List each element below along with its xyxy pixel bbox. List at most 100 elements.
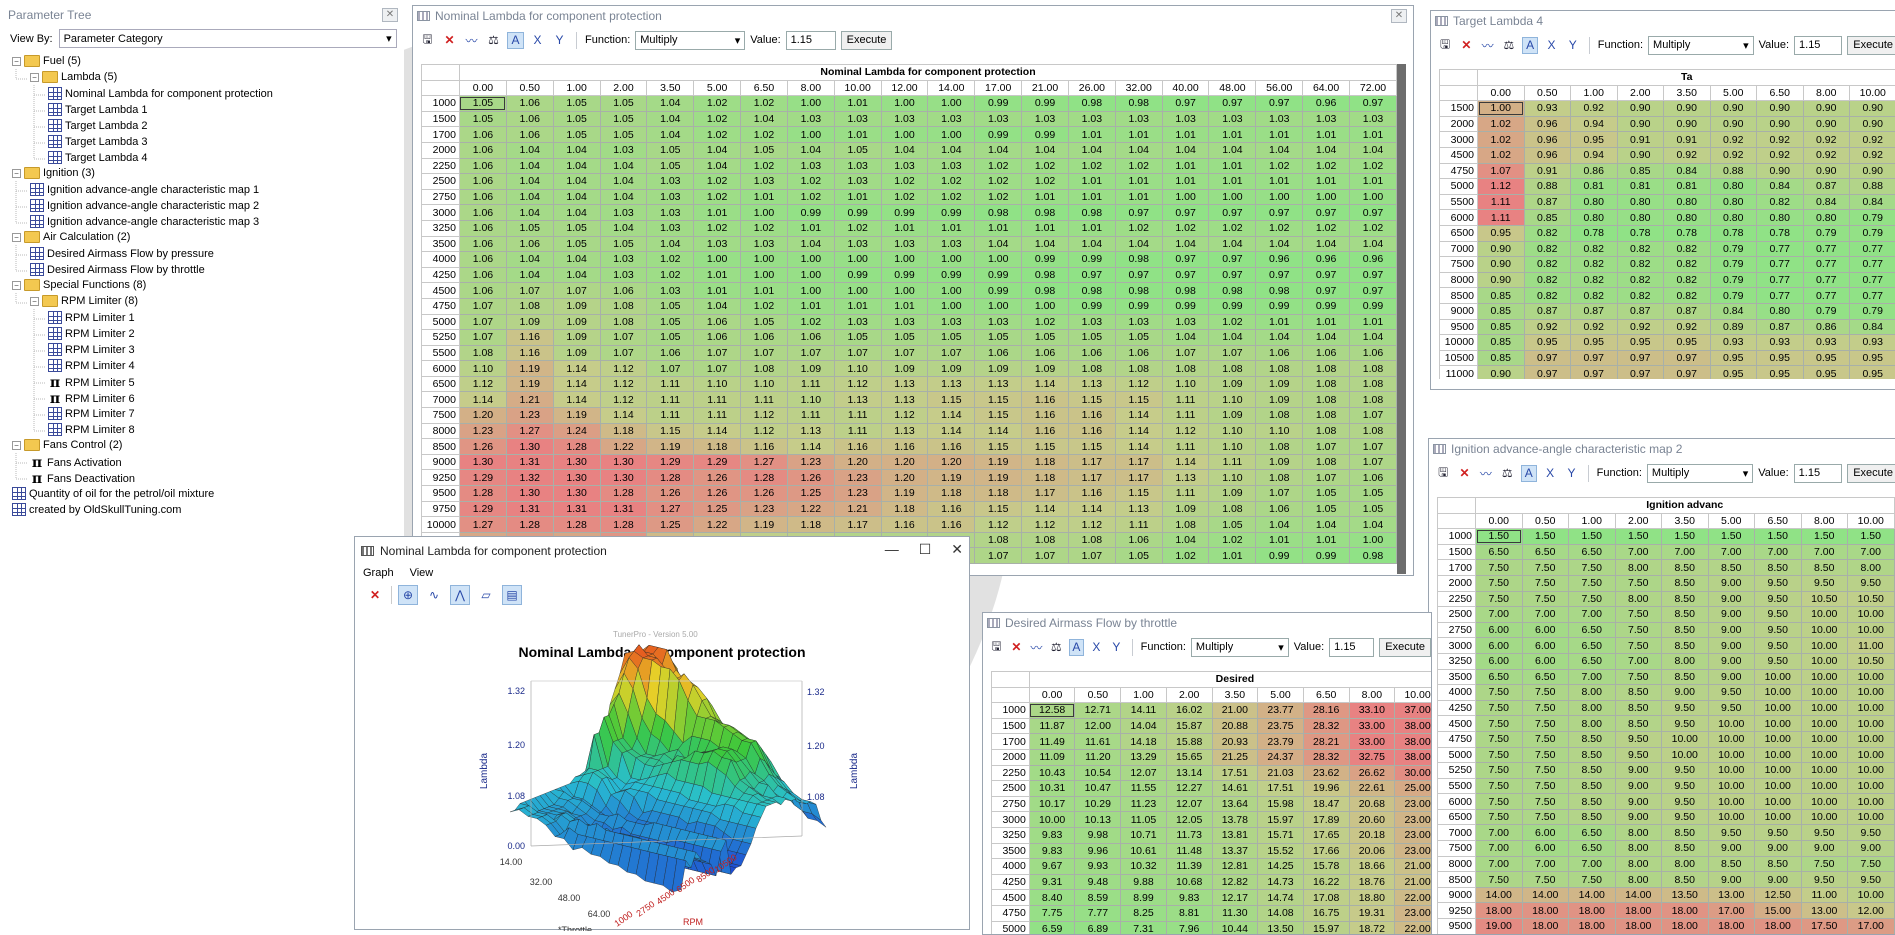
table-cell[interactable]: 10.00 <box>1801 794 1848 810</box>
table-cell[interactable]: 18.00 <box>1708 919 1755 935</box>
table-cell[interactable]: 1.06 <box>506 236 553 252</box>
table-cell[interactable]: 11.55 <box>1121 781 1167 797</box>
table-cell[interactable]: 1.10 <box>1209 470 1256 486</box>
table-cell[interactable]: 7.31 <box>1121 921 1167 935</box>
function-select[interactable]: Multiply▾ <box>635 31 745 50</box>
table-cell[interactable]: 1.03 <box>600 142 647 158</box>
table-cell[interactable]: 1.04 <box>553 267 600 283</box>
table-cell[interactable]: 1.05 <box>1303 486 1350 502</box>
table-cell[interactable]: 1.08 <box>1303 408 1350 424</box>
table-cell[interactable]: 1.05 <box>881 330 928 346</box>
table-cell[interactable]: 1.31 <box>506 501 553 517</box>
table-cell[interactable]: 1.10 <box>1162 376 1209 392</box>
table-cell[interactable]: 28.32 <box>1303 749 1349 765</box>
crosshair-icon[interactable]: ⊕ <box>398 585 418 605</box>
table-cell[interactable]: 1.07 <box>741 345 788 361</box>
table-cell[interactable]: 0.77 <box>1850 288 1895 304</box>
table-cell[interactable]: 1.04 <box>787 236 834 252</box>
table-cell[interactable]: 0.82 <box>1524 272 1571 288</box>
minimize-icon[interactable]: — <box>885 541 899 558</box>
table-cell[interactable]: 1.04 <box>1209 330 1256 346</box>
table-cell[interactable]: 1.06 <box>1350 470 1397 486</box>
table-cell[interactable]: 0.99 <box>881 267 928 283</box>
table-cell[interactable]: 20.88 <box>1212 718 1258 734</box>
table-cell[interactable]: 9.00 <box>1708 622 1755 638</box>
table-cell[interactable]: 9.50 <box>1708 700 1755 716</box>
table-cell[interactable]: 0.85 <box>1478 319 1525 335</box>
table-cell[interactable]: 0.82 <box>1664 272 1711 288</box>
table-cell[interactable]: 23.00 <box>1395 796 1432 812</box>
table-cell[interactable]: 1.14 <box>1115 439 1162 455</box>
table-cell[interactable]: 1.18 <box>600 423 647 439</box>
table-cell[interactable]: 1.00 <box>787 267 834 283</box>
table-cell[interactable]: 0.92 <box>1710 132 1757 148</box>
table-cell[interactable]: 1.30 <box>553 486 600 502</box>
table-cell[interactable]: 1.00 <box>928 96 975 112</box>
table-cell[interactable]: 13.81 <box>1212 827 1258 843</box>
table-cell[interactable]: 0.78 <box>1571 225 1618 241</box>
table-cell[interactable]: 12.81 <box>1212 859 1258 875</box>
table-cell[interactable]: 1.01 <box>694 283 741 299</box>
table-cell[interactable]: 1.06 <box>459 205 506 221</box>
table-cell[interactable]: 7.50 <box>1848 856 1895 872</box>
table-cell[interactable]: 1.03 <box>928 236 975 252</box>
table-cell[interactable]: 9.00 <box>1708 669 1755 685</box>
table-cell[interactable]: 0.97 <box>1350 96 1397 112</box>
table-cell[interactable]: 0.98 <box>1115 96 1162 112</box>
table-cell[interactable]: 1.13 <box>1115 501 1162 517</box>
table-cell[interactable]: 1.06 <box>459 158 506 174</box>
table-cell[interactable]: 28.32 <box>1303 718 1349 734</box>
table-cell[interactable]: 1.05 <box>1350 486 1397 502</box>
table-cell[interactable]: 1.02 <box>1209 220 1256 236</box>
tree-node[interactable]: Desired Airmass Flow by throttle <box>30 263 205 276</box>
table-cell[interactable]: 1.14 <box>787 439 834 455</box>
table-cell[interactable]: 21.03 <box>1258 765 1304 781</box>
table-cell[interactable]: 12.71 <box>1075 703 1121 719</box>
table-cell[interactable]: 0.77 <box>1850 257 1895 273</box>
table-cell[interactable]: 1.01 <box>1022 220 1069 236</box>
table-cell[interactable]: 1.50 <box>1801 529 1848 545</box>
table-cell[interactable]: 1.12 <box>1478 179 1525 195</box>
table-cell[interactable]: 10.44 <box>1212 921 1258 935</box>
table-cell[interactable]: 10.00 <box>1755 700 1802 716</box>
table-cell[interactable]: 1.04 <box>1162 532 1209 548</box>
table-cell[interactable]: 0.95 <box>1803 350 1850 366</box>
table-cell[interactable]: 0.79 <box>1710 272 1757 288</box>
table-cell[interactable]: 0.98 <box>1350 548 1397 564</box>
tree-node[interactable]: Quantity of oil for the petrol/oil mixtu… <box>12 487 214 500</box>
table-cell[interactable]: 1.08 <box>1022 532 1069 548</box>
table-cell[interactable]: 0.97 <box>1303 267 1350 283</box>
table-cell[interactable]: 1.17 <box>1068 470 1115 486</box>
table-cell[interactable]: 0.90 <box>1617 147 1664 163</box>
table-cell[interactable]: 8.50 <box>1662 841 1709 857</box>
table-cell[interactable]: 0.97 <box>1350 283 1397 299</box>
table-cell[interactable]: 1.50 <box>1569 529 1616 545</box>
table-cell[interactable]: 15.78 <box>1303 859 1349 875</box>
table-cell[interactable]: 10.00 <box>1801 809 1848 825</box>
table-cell[interactable]: 1.50 <box>1662 529 1709 545</box>
table-cell[interactable]: 1.07 <box>1209 345 1256 361</box>
table-cell[interactable]: 1.10 <box>1256 423 1303 439</box>
table-cell[interactable]: 1.08 <box>1303 454 1350 470</box>
table-cell[interactable]: 0.99 <box>834 267 881 283</box>
table-cell[interactable]: 8.50 <box>1662 591 1709 607</box>
table-cell[interactable]: 1.09 <box>881 361 928 377</box>
table-cell[interactable]: 13.00 <box>1708 887 1755 903</box>
table-cell[interactable]: 1.08 <box>1068 361 1115 377</box>
table-cell[interactable]: 1.05 <box>1209 517 1256 533</box>
table-cell[interactable]: 7.50 <box>1476 763 1523 779</box>
table-cell[interactable]: 1.27 <box>506 423 553 439</box>
table-cell[interactable]: 0.85 <box>1478 335 1525 351</box>
table-cell[interactable]: 9.50 <box>1755 591 1802 607</box>
table-cell[interactable]: 1.09 <box>1162 501 1209 517</box>
table-cell[interactable]: 1.12 <box>600 376 647 392</box>
table-cell[interactable]: 1.02 <box>928 189 975 205</box>
fork-icon[interactable]: Y <box>1565 37 1581 54</box>
table-cell[interactable]: 1.08 <box>600 314 647 330</box>
table-cell[interactable]: 8.50 <box>1662 575 1709 591</box>
table-cell[interactable]: 10.00 <box>1848 809 1895 825</box>
table-cell[interactable]: 8.50 <box>1569 809 1616 825</box>
table-cell[interactable]: 1.01 <box>694 267 741 283</box>
table-cell[interactable]: 9.50 <box>1755 653 1802 669</box>
table-cell[interactable]: 0.85 <box>1524 210 1571 226</box>
